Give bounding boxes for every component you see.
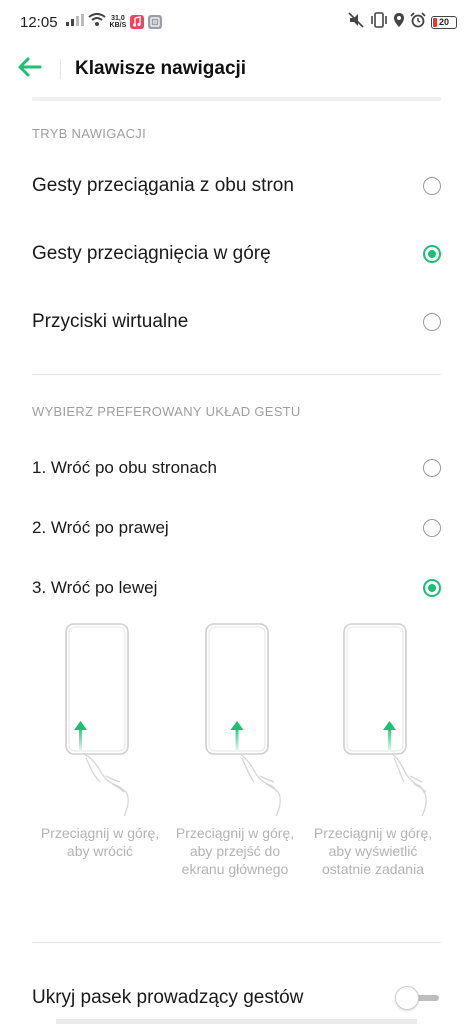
notes-app-icon xyxy=(148,15,163,29)
hide-gesture-bar-row[interactable]: Ukryj pasek prowadzący gestów xyxy=(0,980,473,1016)
back-button[interactable] xyxy=(16,44,44,94)
option-label: 1. Wróć po obu stronach xyxy=(32,458,217,477)
gesture-illustration-recents xyxy=(318,618,438,818)
radio-button[interactable] xyxy=(423,459,441,477)
header-divider xyxy=(32,97,441,101)
gesture-illustration-home xyxy=(180,618,300,818)
option-back-left[interactable]: 3. Wróć po lewej xyxy=(0,570,473,606)
page-title: Klawisze nawigacji xyxy=(75,58,247,79)
option-label: 2. Wróć po prawej xyxy=(32,518,169,537)
option-back-both-sides[interactable]: 1. Wróć po obu stronach xyxy=(0,450,473,486)
radio-button[interactable] xyxy=(423,177,441,195)
battery-icon: 20 xyxy=(431,15,457,29)
app-header: Klawisze nawigacji xyxy=(0,44,473,94)
gesture-caption-recents: Przeciągnij w górę, aby wyświetlić ostat… xyxy=(313,825,433,877)
radio-button[interactable] xyxy=(423,519,441,537)
gesture-illustration-back xyxy=(40,618,160,818)
music-app-icon xyxy=(130,15,145,29)
section-divider xyxy=(32,374,441,375)
bottom-edge-strip xyxy=(56,1019,417,1024)
status-right-icons: 20 xyxy=(347,11,457,33)
section-title-gesture-layout: WYBIERZ PREFEROWANY UKŁAD GESTU xyxy=(32,404,301,419)
toggle-knob xyxy=(395,986,419,1010)
option-label: Gesty przeciągnięcia w górę xyxy=(32,243,271,264)
option-virtual-buttons[interactable]: Przyciski wirtualne xyxy=(0,302,473,342)
net-speed-unit: KB/S xyxy=(109,22,127,29)
section-divider xyxy=(32,942,441,943)
hide-gesture-bar-label: Ukryj pasek prowadzący gestów xyxy=(32,987,304,1008)
header-separator xyxy=(60,59,61,79)
mute-vibrate-icon xyxy=(347,11,365,33)
net-speed: 31,0 KB/S xyxy=(110,15,127,29)
vibrate-icon xyxy=(370,11,388,33)
radio-button-selected[interactable] xyxy=(423,245,441,263)
option-label: 3. Wróć po lewej xyxy=(32,578,158,597)
section-title-navigation-mode: TRYB NAWIGACJI xyxy=(32,126,146,141)
option-back-right[interactable]: 2. Wróć po prawej xyxy=(0,510,473,546)
back-arrow-icon xyxy=(18,57,42,82)
signal-icon xyxy=(65,13,84,31)
gesture-caption-home: Przeciągnij w górę, aby przejść do ekran… xyxy=(175,825,295,877)
wifi-icon xyxy=(87,12,106,32)
alarm-icon xyxy=(410,11,426,33)
status-bar: 12:05 31,0 KB/S 20 xyxy=(0,0,473,44)
gesture-caption-back: Przeciągnij w górę, aby wrócić xyxy=(40,825,160,859)
option-label: Przyciski wirtualne xyxy=(32,311,189,332)
option-swipe-both-sides[interactable]: Gesty przeciągania z obu stron xyxy=(0,166,473,206)
status-time: 12:05 xyxy=(20,13,58,31)
option-swipe-up[interactable]: Gesty przeciągnięcia w górę xyxy=(0,234,473,274)
status-left-icons: 31,0 KB/S xyxy=(65,12,163,32)
battery-level: 20 xyxy=(438,17,449,27)
hide-gesture-bar-toggle[interactable] xyxy=(395,986,441,1010)
net-speed-value: 31,0 xyxy=(111,15,125,22)
radio-button[interactable] xyxy=(423,313,441,331)
option-label: Gesty przeciągania z obu stron xyxy=(32,175,294,196)
location-icon xyxy=(393,12,405,33)
radio-button-selected[interactable] xyxy=(423,579,441,597)
